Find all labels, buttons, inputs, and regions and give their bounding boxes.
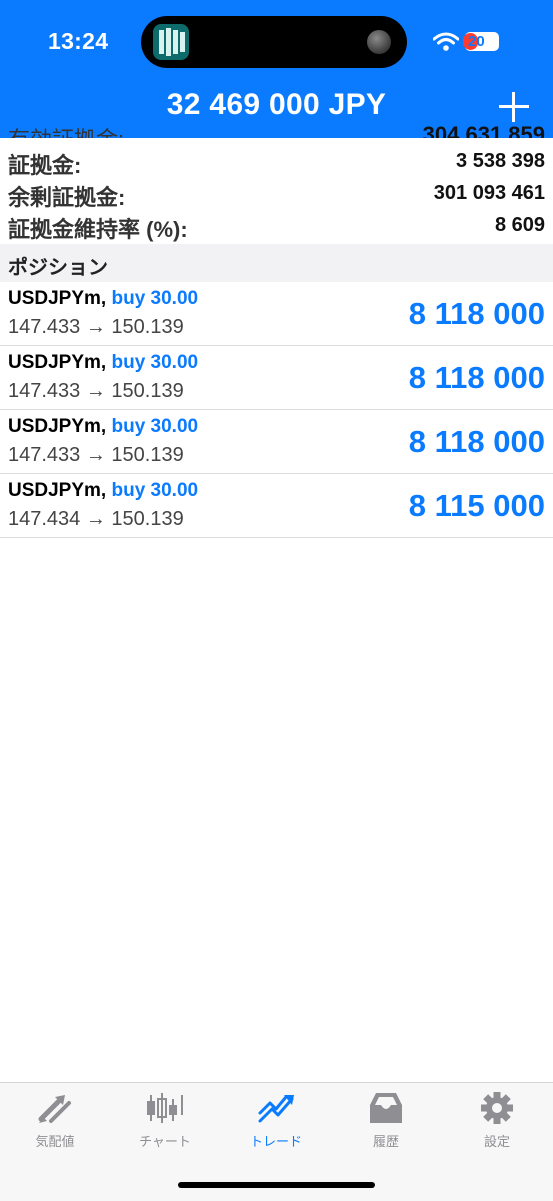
position-title: USDJPYm, buy 30.00	[8, 352, 198, 374]
summary-label: 証拠金:	[8, 153, 82, 178]
position-row[interactable]: USDJPYm, buy 30.00 147.434 → 150.139 8 1…	[0, 474, 553, 538]
status-time: 13:24	[48, 28, 109, 54]
account-balance: 32 469 000 JPY	[166, 88, 387, 121]
position-row[interactable]: USDJPYm, buy 30.00 147.433 → 150.139 8 1…	[0, 346, 553, 410]
position-title: USDJPYm, buy 30.00	[8, 416, 198, 438]
position-symbol: USDJPYm,	[8, 416, 107, 437]
summary-label: 余剰証拠金:	[8, 185, 126, 210]
position-profit: 8 115 000	[408, 488, 545, 523]
summary-row-margin: 証拠金: 3 538 398	[0, 146, 553, 178]
tab-label: 設定	[483, 1134, 510, 1149]
position-side: buy 30.00	[111, 352, 199, 373]
position-side: buy 30.00	[111, 480, 199, 501]
position-prices: 147.433 → 150.139	[8, 380, 184, 402]
quotes-arrows-icon	[38, 1095, 71, 1123]
summary-label: 有効証拠金:	[8, 122, 124, 138]
summary-row-margin-level: 証拠金維持率 (%): 8 609	[0, 210, 553, 242]
tab-quotes[interactable]: 気配値	[0, 1091, 110, 1155]
summary-row-free-margin: 余剰証拠金: 301 093 461	[0, 178, 553, 210]
position-profit: 8 118 000	[408, 296, 545, 331]
position-profit: 8 118 000	[408, 424, 545, 459]
tab-label: 気配値	[35, 1134, 75, 1149]
dynamic-island[interactable]	[141, 16, 407, 68]
position-profit: 8 118 000	[408, 360, 545, 395]
wifi-icon	[433, 32, 459, 51]
section-title: ポジション	[8, 257, 108, 279]
tab-label: 履歴	[372, 1134, 399, 1149]
home-indicator[interactable]	[178, 1182, 375, 1188]
position-title: USDJPYm, buy 30.00	[8, 480, 198, 502]
history-inbox-icon	[370, 1093, 402, 1123]
position-prices: 147.433 → 150.139	[8, 444, 184, 466]
camera-indicator-icon	[367, 30, 391, 54]
settings-gear-icon	[481, 1092, 513, 1124]
position-prices: 147.434 → 150.139	[8, 508, 184, 530]
positions-section-header: ポジション	[0, 244, 553, 282]
battery-icon: 20	[463, 32, 499, 51]
position-symbol: USDJPYm,	[8, 288, 107, 309]
summary-row-clipped: 有効証拠金: 304 631 859	[0, 118, 553, 138]
tab-trade[interactable]: トレード	[221, 1091, 331, 1155]
position-title: USDJPYm, buy 30.00	[8, 288, 198, 310]
tab-settings[interactable]: 設定	[442, 1091, 552, 1155]
battery-level: 20	[468, 33, 485, 50]
candlestick-chart-icon	[147, 1093, 183, 1123]
position-side: buy 30.00	[111, 416, 199, 437]
position-symbol: USDJPYm,	[8, 352, 107, 373]
summary-value: 8 609	[494, 214, 545, 236]
live-activity-thumbnail-icon	[153, 24, 189, 60]
position-row[interactable]: USDJPYm, buy 30.00 147.433 → 150.139 8 1…	[0, 410, 553, 474]
summary-value: 301 093 461	[433, 182, 545, 204]
position-row[interactable]: USDJPYm, buy 30.00 147.433 → 150.139 8 1…	[0, 282, 553, 346]
tab-history[interactable]: 履歴	[331, 1091, 441, 1155]
trade-trend-icon	[258, 1095, 294, 1123]
summary-value: 3 538 398	[456, 150, 545, 172]
account-summary: 証拠金: 3 538 398 余剰証拠金: 301 093 461 証拠金維持率…	[0, 146, 553, 242]
position-symbol: USDJPYm,	[8, 480, 107, 501]
tab-label: トレード	[249, 1134, 302, 1149]
summary-label: 証拠金維持率 (%):	[8, 217, 188, 242]
summary-value: 304 631 859	[422, 122, 545, 138]
tab-label: チャート	[139, 1134, 191, 1149]
position-prices: 147.433 → 150.139	[8, 316, 184, 338]
position-side: buy 30.00	[111, 288, 199, 309]
positions-list: USDJPYm, buy 30.00 147.433 → 150.139 8 1…	[0, 282, 553, 538]
tab-chart[interactable]: チャート	[110, 1091, 220, 1155]
